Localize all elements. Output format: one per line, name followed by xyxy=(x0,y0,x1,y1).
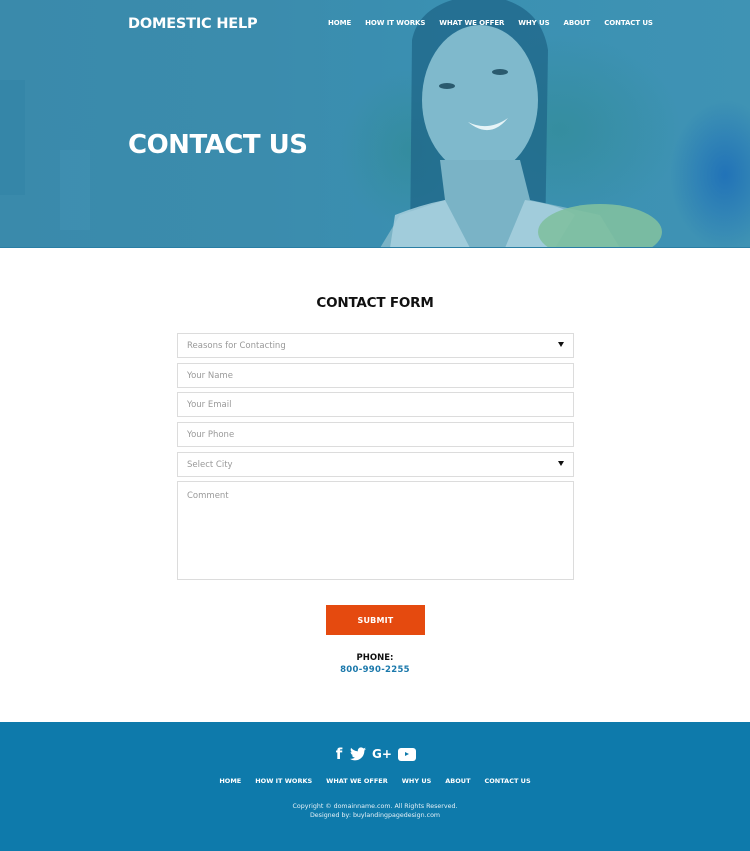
designed-by-text: Designed by: buylandingpagedesign.com xyxy=(309,812,441,819)
nav-home[interactable]: HOME xyxy=(328,19,351,27)
youtube-icon[interactable] xyxy=(398,747,416,761)
facebook-icon[interactable]: f xyxy=(334,745,344,763)
nav-about[interactable]: ABOUT xyxy=(564,19,591,27)
phone-input[interactable]: Your Phone xyxy=(177,422,574,447)
form-title: CONTACT FORM xyxy=(316,295,434,311)
dropdown-caret-icon xyxy=(558,342,564,347)
copyright-block: Copyright © domainname.com. All Rights R… xyxy=(0,802,750,820)
footer-nav-about[interactable]: ABOUT xyxy=(445,777,470,785)
reason-select-placeholder: Reasons for Contacting xyxy=(187,340,286,351)
submit-button[interactable]: SUBMIT xyxy=(326,605,425,635)
footer-nav-contact-us[interactable]: CONTACT US xyxy=(485,777,531,785)
footer-nav-home[interactable]: HOME xyxy=(219,777,241,785)
google-plus-icon[interactable]: G+ xyxy=(372,747,392,761)
footer-nav-what-we-offer[interactable]: WHAT WE OFFER xyxy=(326,777,388,785)
comment-textarea[interactable]: Comment xyxy=(177,481,574,580)
reason-select[interactable]: Reasons for Contacting xyxy=(177,333,574,358)
footer-nav: HOME HOW IT WORKS WHAT WE OFFER WHY US A… xyxy=(0,777,750,785)
hero-banner: DOMESTIC HELP HOME HOW IT WORKS WHAT WE … xyxy=(0,0,750,248)
twitter-icon[interactable] xyxy=(350,747,366,761)
contact-form-section: CONTACT FORM Reasons for Contacting Your… xyxy=(0,248,750,722)
social-links: f G+ xyxy=(0,745,750,763)
city-select[interactable]: Select City xyxy=(177,452,574,477)
top-navigation-bar: DOMESTIC HELP HOME HOW IT WORKS WHAT WE … xyxy=(0,0,750,50)
name-input-placeholder: Your Name xyxy=(187,370,233,381)
name-input[interactable]: Your Name xyxy=(177,363,574,388)
nav-how-it-works[interactable]: HOW IT WORKS xyxy=(365,19,425,27)
dropdown-caret-icon xyxy=(558,461,564,466)
footer-nav-why-us[interactable]: WHY US xyxy=(402,777,432,785)
page-title: CONTACT US xyxy=(128,130,308,160)
phone-number-link[interactable]: 800-990-2255 xyxy=(0,665,750,675)
footer-nav-how-it-works[interactable]: HOW IT WORKS xyxy=(255,777,312,785)
main-nav: HOME HOW IT WORKS WHAT WE OFFER WHY US A… xyxy=(328,19,653,27)
phone-input-placeholder: Your Phone xyxy=(187,429,235,440)
email-input[interactable]: Your Email xyxy=(177,392,574,417)
email-input-placeholder: Your Email xyxy=(187,399,232,410)
nav-contact-us[interactable]: CONTACT US xyxy=(604,19,653,27)
nav-why-us[interactable]: WHY US xyxy=(518,19,549,27)
site-logo[interactable]: DOMESTIC HELP xyxy=(128,16,258,32)
copyright-text: Copyright © domainname.com. All Rights R… xyxy=(292,803,458,810)
city-select-placeholder: Select City xyxy=(187,459,233,470)
footer: f G+ HOME HOW IT WORKS WHAT WE OFFER WHY… xyxy=(0,722,750,851)
comment-textarea-placeholder: Comment xyxy=(187,491,229,501)
phone-label: PHONE: xyxy=(356,653,394,663)
nav-what-we-offer[interactable]: WHAT WE OFFER xyxy=(439,19,504,27)
